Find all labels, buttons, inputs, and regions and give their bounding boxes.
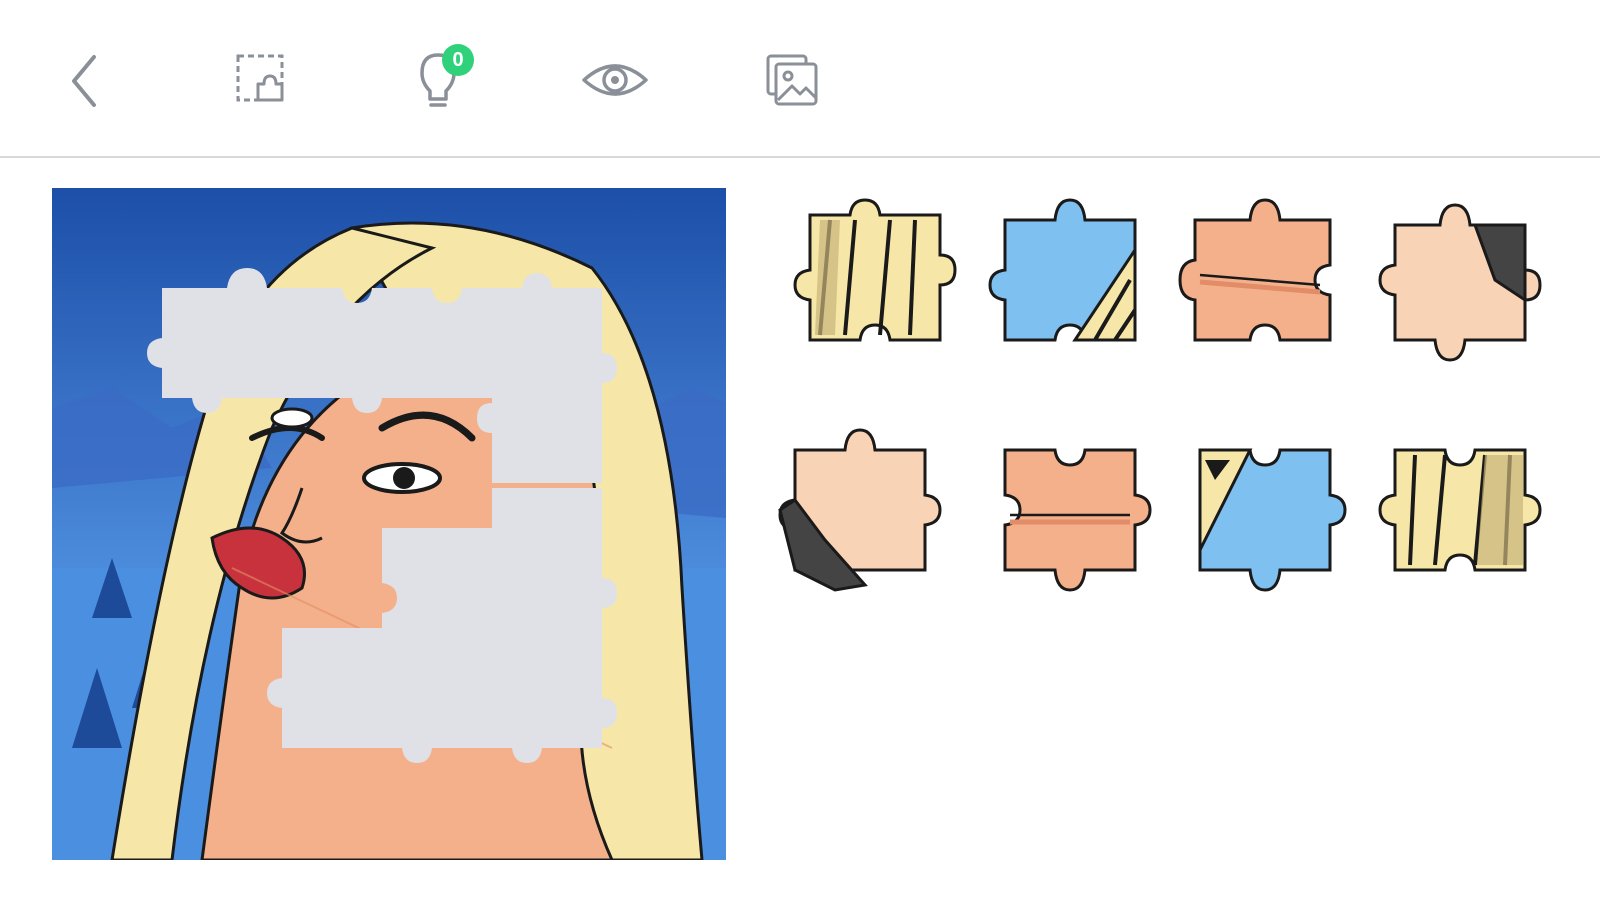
tray-piece-1[interactable]: [780, 190, 970, 380]
tray-piece-5[interactable]: [765, 420, 955, 610]
back-button[interactable]: [46, 40, 126, 120]
tray-piece-4[interactable]: [1365, 190, 1555, 380]
tray-piece-3[interactable]: [1170, 190, 1360, 380]
edge-pieces-button[interactable]: [222, 40, 302, 120]
tray-piece-8[interactable]: [1365, 420, 1555, 610]
background-button[interactable]: [752, 40, 832, 120]
preview-button[interactable]: [575, 40, 655, 120]
puzzle-board[interactable]: [52, 188, 726, 860]
tray-piece-7[interactable]: [1170, 420, 1360, 610]
hint-button[interactable]: 0: [398, 40, 478, 120]
tray-piece-2[interactable]: [975, 190, 1165, 380]
tray-piece-6[interactable]: [975, 420, 1165, 610]
eye-icon: [582, 64, 648, 96]
right-pupil: [393, 467, 415, 489]
toolbar: 0: [0, 0, 1600, 158]
hint-count-badge: 0: [442, 44, 474, 76]
chevron-left-icon: [72, 55, 96, 107]
images-icon: [766, 54, 818, 106]
left-eye: [270, 407, 314, 429]
dashed-square-piece-icon: [236, 54, 284, 102]
piece-tray: [778, 190, 1570, 630]
puzzle-artwork: [52, 188, 726, 860]
